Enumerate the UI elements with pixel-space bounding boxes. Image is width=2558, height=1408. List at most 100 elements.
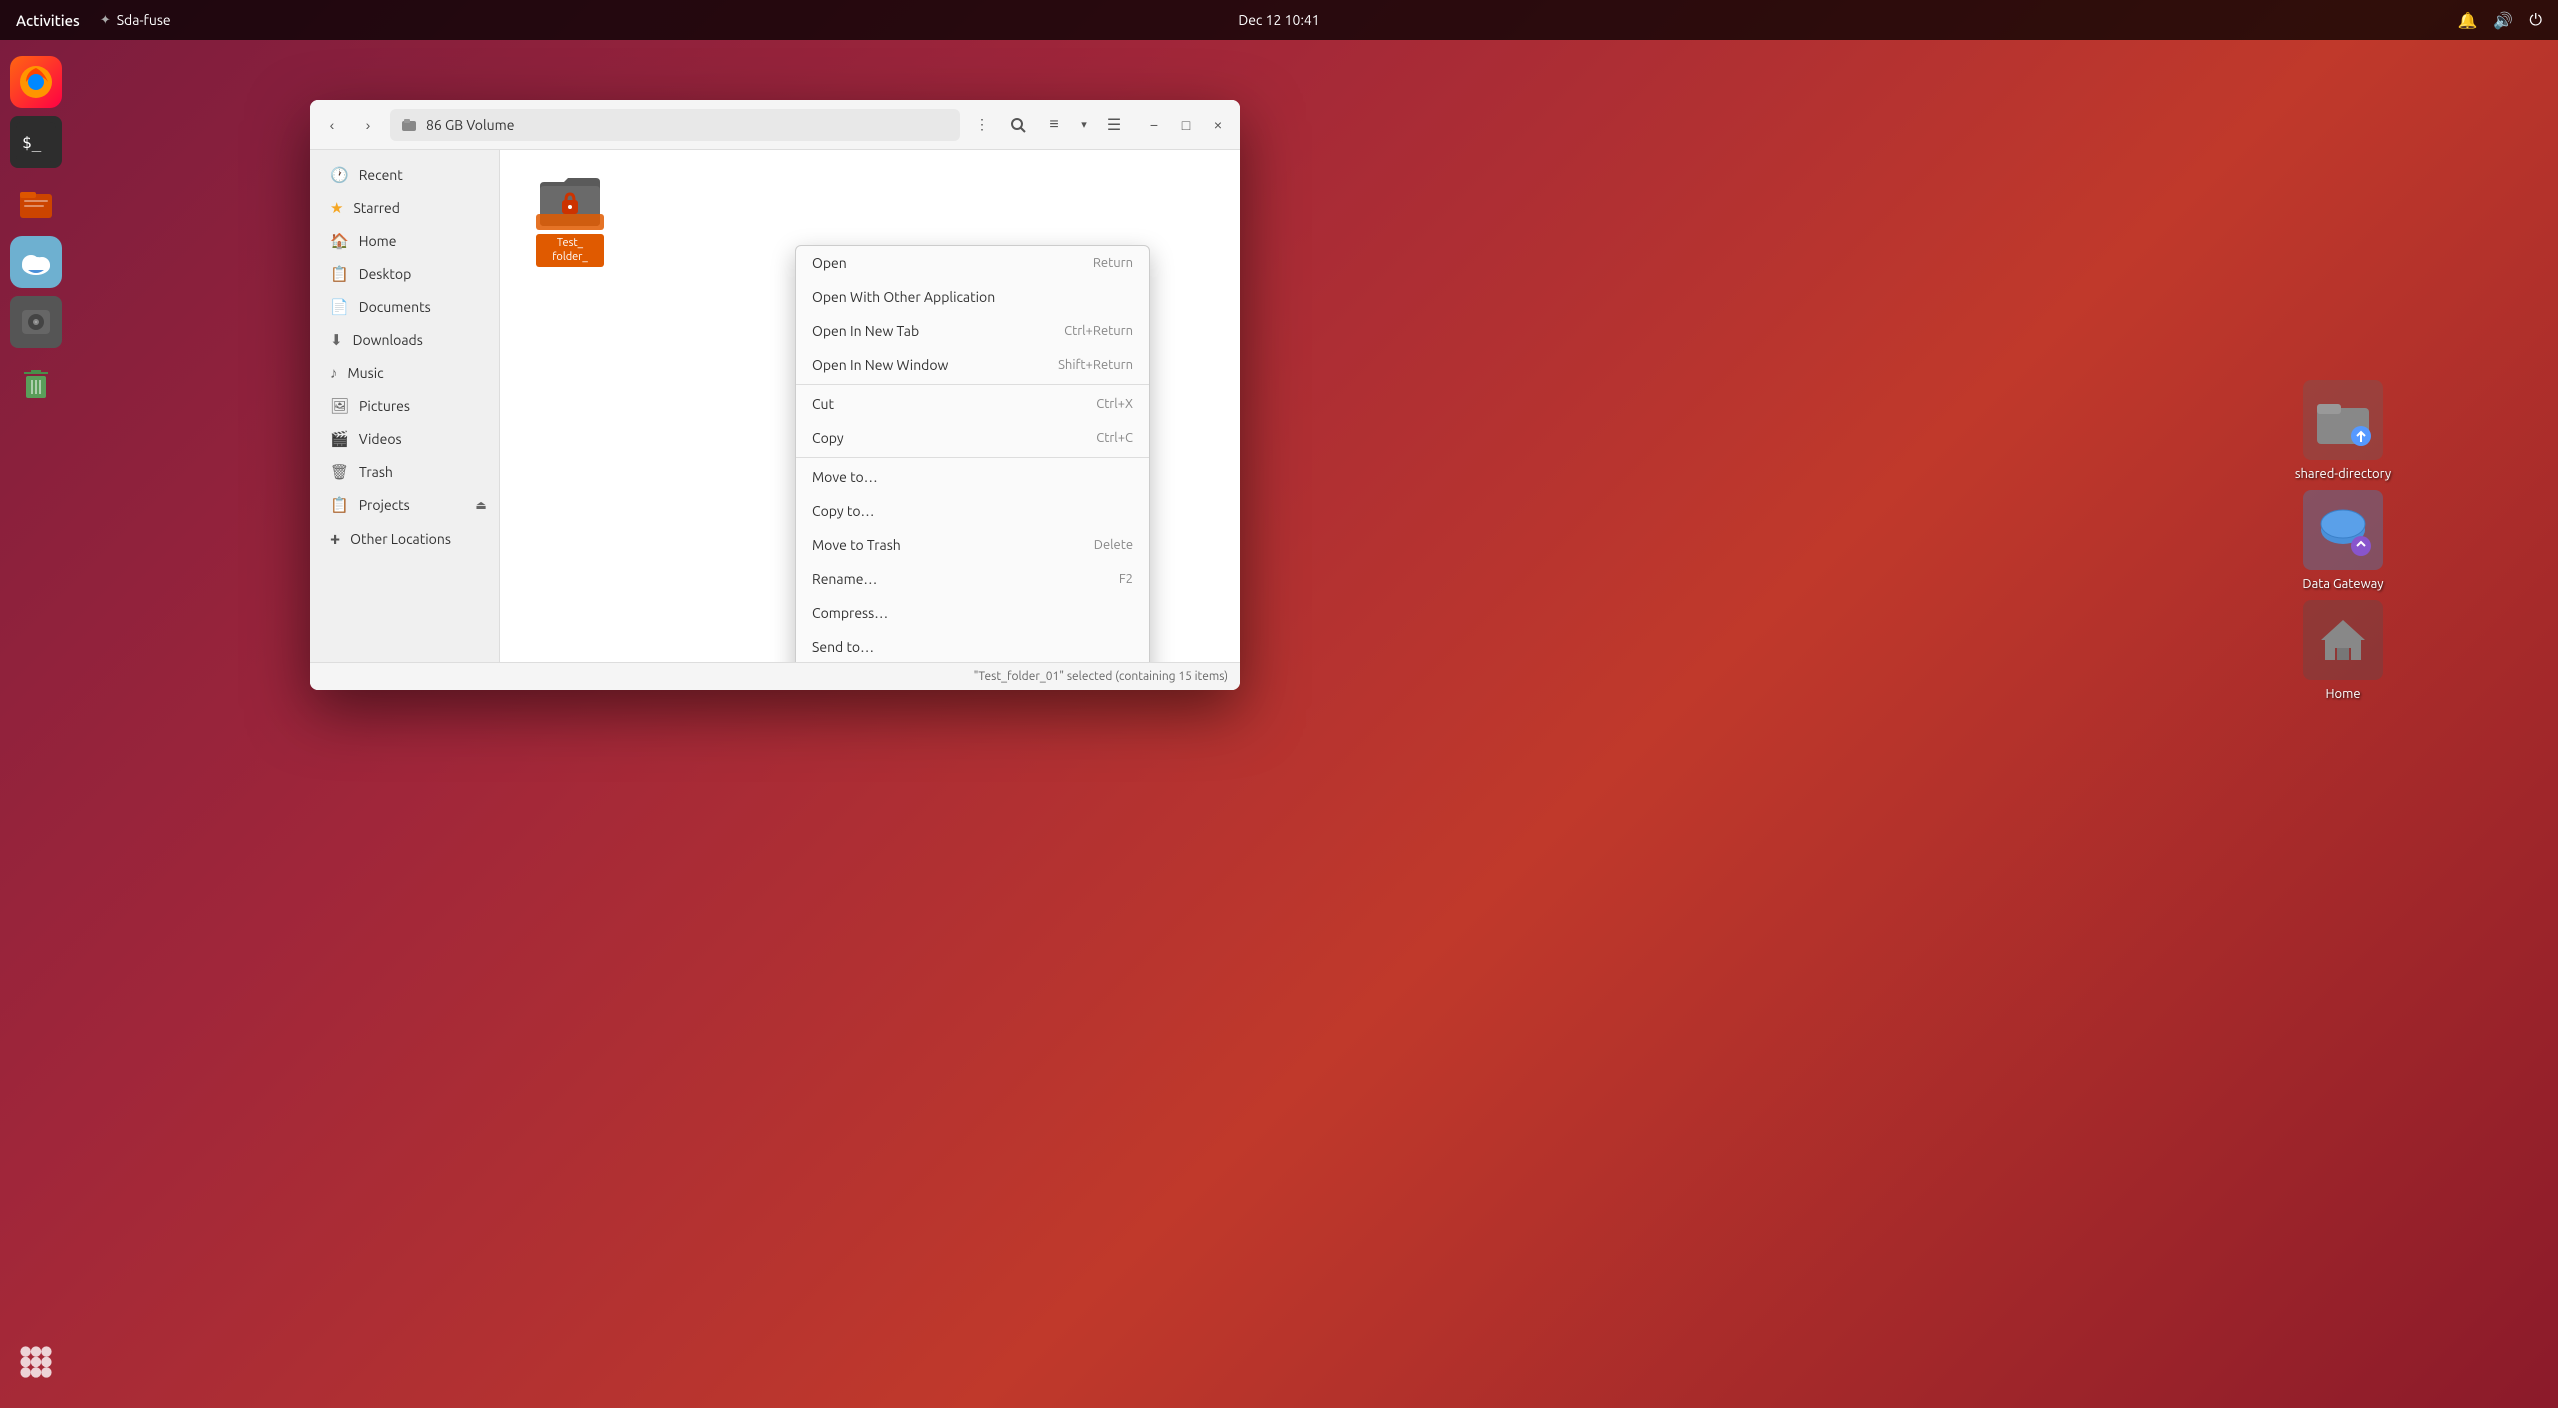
maximize-button[interactable]: □ [1172, 111, 1200, 139]
search-button[interactable] [1004, 111, 1032, 139]
sidebar-item-downloads[interactable]: ⬇ Downloads [314, 324, 495, 356]
ctx-separator-1 [796, 384, 1149, 385]
trash-dock-icon [16, 362, 56, 402]
activities-label[interactable]: Activities [16, 12, 80, 29]
ctx-send-to[interactable]: Send to… [796, 630, 1149, 662]
dock-item-firefox[interactable] [10, 56, 62, 108]
projects-icon: 📋 [330, 496, 349, 514]
view-controls: ≡ ▾ ☰ [1040, 111, 1128, 139]
music-icon: ♪ [330, 364, 338, 382]
notification-bell-icon[interactable]: 🔔 [2458, 11, 2478, 30]
ctx-open[interactable]: Open Return [796, 246, 1149, 280]
sidebar-label-music: Music [348, 365, 384, 381]
more-options-button[interactable]: ☰ [1100, 111, 1128, 139]
sidebar-item-projects[interactable]: 📋 Projects [314, 489, 467, 521]
ctx-open-new-window[interactable]: Open In New Window Shift+Return [796, 348, 1149, 382]
ctx-open-new-tab[interactable]: Open In New Tab Ctrl+Return [796, 314, 1149, 348]
dock-item-files[interactable] [10, 176, 62, 228]
sidebar-label-recent: Recent [359, 167, 403, 183]
sidebar-label-documents: Documents [359, 299, 431, 315]
sidebar-label-downloads: Downloads [353, 332, 423, 348]
ctx-rename[interactable]: Rename… F2 [796, 562, 1149, 596]
dock-item-disk[interactable] [10, 296, 62, 348]
sidebar-item-documents[interactable]: 📄 Documents [314, 291, 495, 323]
dock: $_ [0, 40, 72, 1408]
context-menu: Open Return Open With Other Application … [795, 245, 1150, 662]
ctx-open-tab-label: Open In New Tab [812, 323, 919, 339]
power-icon[interactable]: ⏻ [2529, 11, 2542, 30]
ctx-open-window-shortcut: Shift+Return [1058, 358, 1133, 372]
content-area: 🕐 Recent ★ Starred 🏠 Home 📋 Desktop 📄 Do… [310, 150, 1240, 662]
main-content: Test_ folder_ Open Return Open With Othe… [500, 150, 1240, 662]
sidebar-item-pictures[interactable]: 🖼 Pictures [314, 390, 495, 422]
ctx-sendto-label: Send to… [812, 639, 874, 655]
ctx-copy-label: Copy [812, 430, 844, 446]
desktop-icon-shared-directory[interactable]: shared-directory [2278, 380, 2408, 483]
sidebar-item-trash[interactable]: 🗑 Trash [314, 456, 495, 488]
ctx-copy-shortcut: Ctrl+C [1096, 431, 1133, 445]
location-bar[interactable]: 86 GB Volume [390, 109, 960, 141]
folder-label-line2: folder_ [542, 250, 598, 264]
menu-button[interactable]: ⋮ [968, 111, 996, 139]
sidebar-item-other-locations[interactable]: + Other Locations [314, 522, 495, 556]
ctx-move-to-trash[interactable]: Move to Trash Delete [796, 528, 1149, 562]
location-text: 86 GB Volume [426, 117, 514, 133]
forward-button[interactable]: › [354, 111, 382, 139]
disk-icon [16, 302, 56, 342]
dock-item-terminal[interactable]: $_ [10, 116, 62, 168]
view-dropdown-button[interactable]: ▾ [1070, 111, 1098, 139]
close-button[interactable]: × [1204, 111, 1232, 139]
sidebar-label-pictures: Pictures [359, 398, 410, 414]
eject-button[interactable]: ⏏ [467, 491, 495, 519]
recent-icon: 🕐 [330, 166, 349, 184]
sidebar-label-home: Home [359, 233, 397, 249]
files-icon [16, 182, 56, 222]
app-name: Sda-fuse [117, 12, 171, 28]
sidebar-item-home[interactable]: 🏠 Home [314, 225, 495, 257]
apps-grid-icon [10, 1336, 62, 1388]
sidebar-label-starred: Starred [353, 200, 400, 216]
sidebar-label-trash: Trash [359, 464, 393, 480]
ctx-rename-label: Rename… [812, 571, 877, 587]
show-apps-button[interactable] [10, 1336, 62, 1388]
sidebar-item-starred[interactable]: ★ Starred [314, 192, 495, 224]
pictures-icon: 🖼 [330, 397, 349, 415]
volume-icon[interactable]: 🔊 [2493, 11, 2513, 30]
ctx-movetotrash-label: Move to Trash [812, 537, 901, 553]
minimize-button[interactable]: − [1140, 111, 1168, 139]
sidebar-label-other-locations: Other Locations [350, 531, 451, 547]
ctx-copy[interactable]: Copy Ctrl+C [796, 421, 1149, 455]
desktop-icon-data-gateway[interactable]: Data Gateway [2278, 490, 2408, 593]
ctx-compress-label: Compress… [812, 605, 888, 621]
documents-icon: 📄 [330, 298, 349, 316]
datetime: Dec 12 10:41 [1238, 12, 1319, 28]
ctx-rename-shortcut: F2 [1119, 572, 1133, 586]
list-view-button[interactable]: ≡ [1040, 111, 1068, 139]
desktop-icon-home[interactable]: Home [2278, 600, 2408, 703]
folder-item-test[interactable]: Test_ folder_ [530, 170, 610, 267]
ctx-open-with-label: Open With Other Application [812, 289, 995, 305]
trash-sidebar-icon: 🗑 [330, 463, 349, 481]
ctx-cut[interactable]: Cut Ctrl+X [796, 387, 1149, 421]
ctx-compress[interactable]: Compress… [796, 596, 1149, 630]
shared-directory-icon [2313, 390, 2373, 450]
sidebar-item-music[interactable]: ♪ Music [314, 357, 495, 389]
ctx-separator-2 [796, 457, 1149, 458]
ctx-moveto-label: Move to… [812, 469, 878, 485]
ctx-copyto-label: Copy to… [812, 503, 874, 519]
svg-text:$_: $_ [22, 133, 42, 152]
ctx-copy-to[interactable]: Copy to… [796, 494, 1149, 528]
shared-directory-label: shared-directory [2295, 466, 2391, 483]
sidebar-item-recent[interactable]: 🕐 Recent [314, 159, 495, 191]
back-button[interactable]: ‹ [318, 111, 346, 139]
ctx-movetotrash-shortcut: Delete [1094, 538, 1133, 552]
downloads-icon: ⬇ [330, 331, 343, 349]
sidebar-item-videos[interactable]: 🎬 Videos [314, 423, 495, 455]
ctx-move-to[interactable]: Move to… [796, 460, 1149, 494]
search-icon [1010, 117, 1026, 133]
dock-item-trash[interactable] [10, 356, 62, 408]
ctx-open-with-other[interactable]: Open With Other Application [796, 280, 1149, 314]
dock-item-cloud[interactable] [10, 236, 62, 288]
sidebar-item-desktop[interactable]: 📋 Desktop [314, 258, 495, 290]
status-bar: "Test_folder_01" selected (containing 15… [310, 662, 1240, 690]
